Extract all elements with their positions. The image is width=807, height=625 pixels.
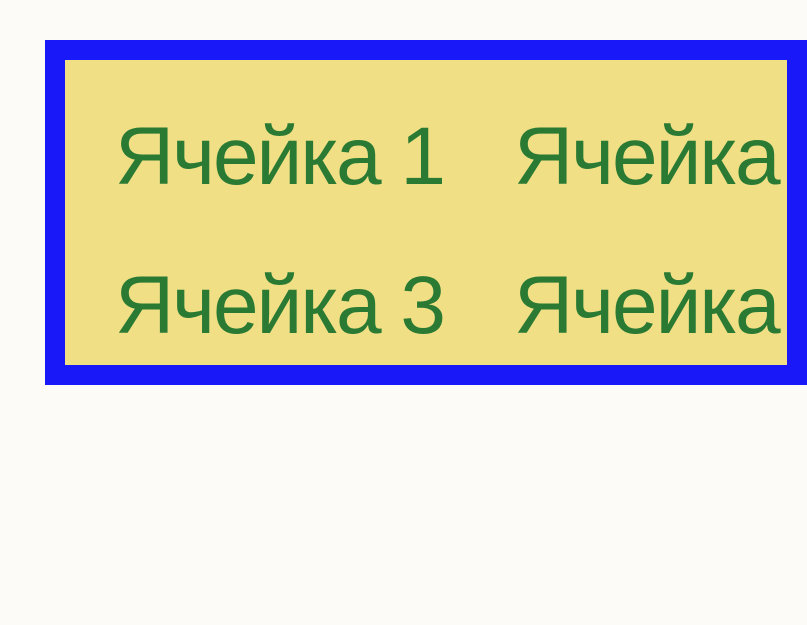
table-row: Ячейка 3 Ячейка 4: [65, 249, 807, 365]
example-table: Ячейка 1 Ячейка 2 Ячейка 3 Ячейка 4: [65, 60, 807, 365]
table-cell: Ячейка 4: [464, 249, 807, 365]
table-cell: Ячейка 3: [65, 249, 464, 365]
table-cell: Ячейка 1: [65, 60, 464, 249]
table-container: Ячейка 1 Ячейка 2 Ячейка 3 Ячейка 4: [45, 40, 807, 385]
table-cell: Ячейка 2: [464, 60, 807, 249]
table-row: Ячейка 1 Ячейка 2: [65, 60, 807, 249]
